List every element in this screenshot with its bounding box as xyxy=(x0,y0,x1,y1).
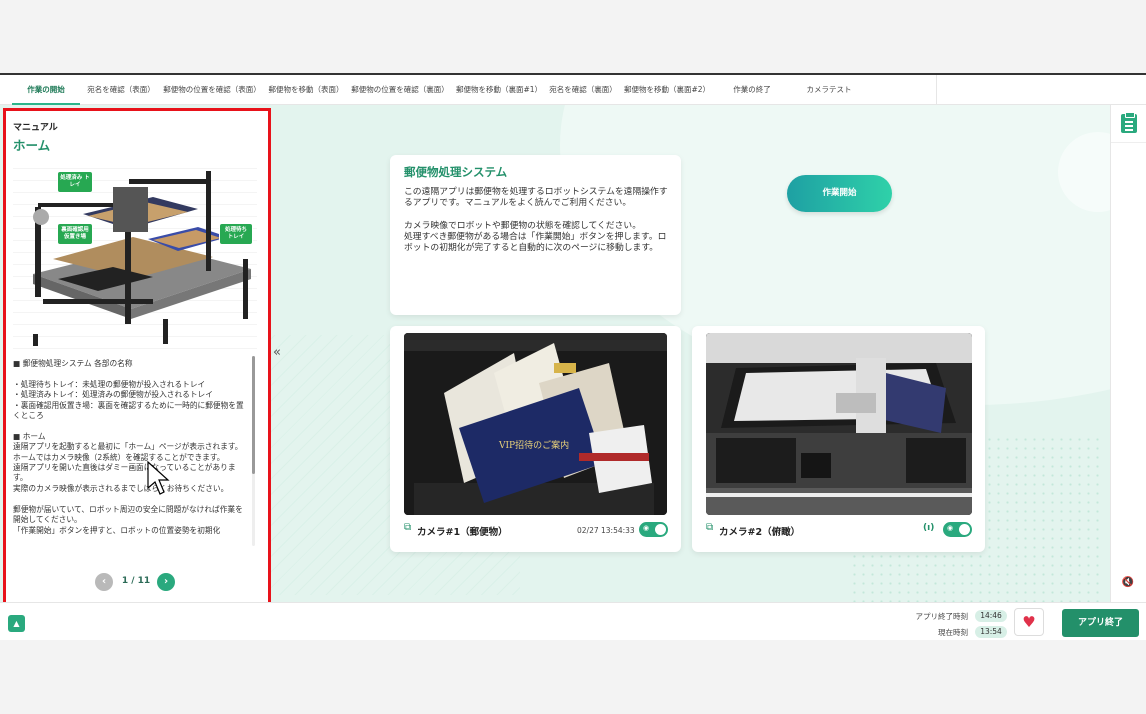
camera2-image xyxy=(706,333,972,515)
current-time-value: 13:54 xyxy=(975,626,1007,638)
mouse-cursor-icon xyxy=(147,460,170,495)
heartbeat-icon[interactable]: ♥ xyxy=(1014,608,1044,636)
tab-separator xyxy=(936,75,937,105)
manual-panel: マニュアル ホーム 処理済み トレイ 裏面確認用 仮置き場 処理待ち トレイ ■… xyxy=(3,108,271,605)
tab-check-position-front[interactable]: 郵便物の位置を確認（表面） xyxy=(162,75,262,105)
external-link-icon[interactable]: ⧉ xyxy=(706,522,718,534)
manual-scrollbar-thumb[interactable] xyxy=(252,356,255,474)
tab-check-address-back[interactable]: 宛名を確認（裏面） xyxy=(548,75,618,105)
eye-icon: ◉ xyxy=(643,524,650,532)
end-app-button[interactable]: アプリ終了 xyxy=(1062,609,1139,637)
clipboard-icon[interactable] xyxy=(1121,112,1137,133)
tab-move-back-1[interactable]: 郵便物を移動（裏面#1） xyxy=(456,75,542,105)
next-page-button[interactable]: › xyxy=(157,573,175,591)
expand-up-icon[interactable]: ▲ xyxy=(8,615,25,632)
tab-start-work[interactable]: 作業の開始 xyxy=(12,75,80,105)
manual-label: マニュアル xyxy=(13,123,58,133)
camera1-label: カメラ#1（郵便物） xyxy=(417,527,508,538)
tab-camera-test[interactable]: カメラテスト xyxy=(798,75,860,105)
tab-bar: 作業の開始 宛名を確認（表面） 郵便物の位置を確認（表面） 郵便物を移動（表面）… xyxy=(0,75,1146,105)
prev-page-button[interactable]: ‹ xyxy=(95,573,113,591)
page-indicator: 1 / 11 xyxy=(121,576,151,586)
camera2-feed xyxy=(706,333,972,515)
camera2-toggle[interactable]: ◉ xyxy=(943,522,972,537)
camera2-card: ⧉ カメラ#2（俯瞰） (ı) ◉ xyxy=(692,326,985,552)
robot-system-drawing xyxy=(33,171,251,346)
camera1-timestamp: 02/27 13:54:33 xyxy=(577,526,635,535)
svg-text:VIP招待のご案内: VIP招待のご案内 xyxy=(498,439,569,451)
robot-system-illustration: 処理済み トレイ 裏面確認用 仮置き場 処理待ち トレイ xyxy=(13,159,257,349)
signal-icon: (ı) xyxy=(923,523,935,533)
external-link-icon[interactable]: ⧉ xyxy=(404,522,416,534)
callout-waiting-tray: 処理待ち トレイ xyxy=(219,223,253,245)
collapse-manual-icon[interactable]: « xyxy=(270,342,284,364)
system-info-title: 郵便物処理システム xyxy=(404,165,508,179)
footer-bar: ▲ アプリ終了時刻 14:46 現在時刻 13:54 ♥ アプリ終了 xyxy=(0,602,1146,640)
tab-check-address-front[interactable]: 宛名を確認（表面） xyxy=(86,75,156,105)
right-sidebar xyxy=(1110,105,1146,602)
manual-page-title: ホーム xyxy=(13,138,51,153)
camera2-label: カメラ#2（俯瞰） xyxy=(719,527,801,538)
start-work-button[interactable]: 作業開始 xyxy=(787,175,892,212)
current-time-label: 現在時刻 xyxy=(938,628,968,637)
sidebar-divider xyxy=(1111,142,1146,143)
tab-end-work[interactable]: 作業の終了 xyxy=(722,75,782,105)
end-time-label: アプリ終了時刻 xyxy=(915,612,969,621)
callout-back-check-area: 裏面確認用 仮置き場 xyxy=(57,223,93,245)
callout-processed-tray: 処理済み トレイ xyxy=(57,171,93,193)
manual-body-text: ■ 郵便物処理システム 各部の名称 ・処理待ちトレイ：未処理の郵便物が投入される… xyxy=(13,359,244,535)
system-info-text: この遠隔アプリは郵便物を処理するロボットシステムを遠隔操作するアプリです。マニュ… xyxy=(404,187,668,254)
tab-move-front[interactable]: 郵便物を移動（表面） xyxy=(268,75,344,105)
end-time-value: 14:46 xyxy=(975,610,1007,622)
camera1-feed: VIP招待のご案内 xyxy=(404,333,667,515)
camera1-card: VIP招待のご案内 ⧉ カメラ#1（郵便物） 02/27 13:54:33 ◉ xyxy=(390,326,681,552)
eye-icon: ◉ xyxy=(947,524,954,532)
camera1-image: VIP招待のご案内 xyxy=(404,333,667,515)
tab-check-position-back[interactable]: 郵便物の位置を確認（裏面） xyxy=(350,75,450,105)
system-info-card: 郵便物処理システム この遠隔アプリは郵便物を処理するロボットシステムを遠隔操作す… xyxy=(390,155,681,315)
mute-icon[interactable]: 🔇 xyxy=(1118,573,1138,593)
camera1-toggle[interactable]: ◉ xyxy=(639,522,668,537)
manual-pager: ‹ 1 / 11 › xyxy=(6,571,268,591)
tab-move-back-2[interactable]: 郵便物を移動（裏面#2） xyxy=(624,75,710,105)
